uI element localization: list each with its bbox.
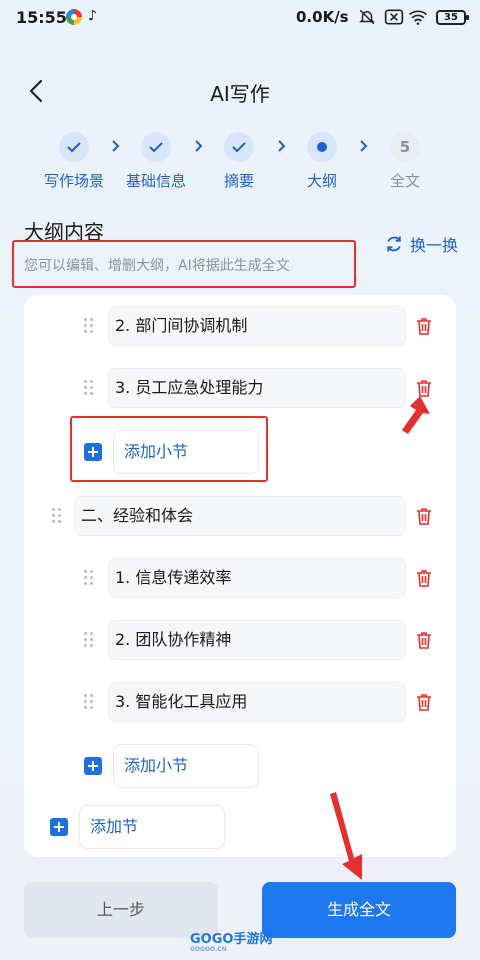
check-icon (224, 132, 254, 162)
watermark-text: GOGO手游网 (190, 932, 273, 947)
battery-icon: 35 (436, 10, 469, 25)
step-label: 大纲 (306, 172, 337, 190)
network-speed: 0.0K/s (296, 8, 349, 26)
annotation-arrow (402, 396, 430, 434)
previous-step-button[interactable]: 上一步 (24, 882, 218, 938)
drag-handle-icon[interactable] (84, 318, 94, 334)
drag-handle-icon[interactable] (52, 508, 62, 524)
watermark-logo: GOGO手游网 GOGOO.CN (190, 928, 272, 953)
trash-icon[interactable] (416, 693, 432, 711)
generate-full-text-button[interactable]: 生成全文 (262, 882, 456, 938)
step-label: 基础信息 (125, 172, 186, 190)
add-icon[interactable] (84, 757, 102, 775)
drag-handle-icon[interactable] (84, 570, 94, 586)
refresh-button[interactable]: 换一换 (384, 232, 458, 256)
step-writing-scene: 写作场景 (34, 132, 114, 191)
check-icon (141, 132, 171, 162)
step-summary: 摘要 (199, 132, 279, 191)
step-label: 摘要 (223, 172, 254, 190)
step-label: 全文 (389, 172, 420, 190)
sim-off-icon (384, 8, 404, 30)
tiktok-app-icon: ♪ (88, 8, 97, 24)
outline-section[interactable]: 二、经验和体会 (74, 496, 406, 536)
step-number: 5 (390, 132, 420, 162)
check-icon (59, 132, 89, 162)
trash-icon[interactable] (416, 317, 432, 335)
add-subsection-button[interactable]: 添加小节 (113, 744, 259, 788)
add-subsection-button[interactable]: 添加小节 (113, 430, 259, 474)
current-step-dot-icon (307, 132, 337, 162)
chrome-app-icon (66, 9, 82, 25)
step-label: 写作场景 (43, 172, 104, 190)
outline-item[interactable]: 1. 信息传递效率 (108, 558, 406, 598)
annotation-arrow (330, 792, 362, 880)
step-full-text: 5 全文 (365, 132, 445, 191)
drag-handle-icon[interactable] (84, 380, 94, 396)
status-time: 15:55 (16, 8, 67, 27)
page-title: AI写作 (210, 82, 270, 106)
step-basic-info: 基础信息 (116, 132, 196, 191)
add-section-button[interactable]: 添加节 (79, 805, 225, 849)
outline-subtitle: 您可以编辑、增删大纲，AI将据此生成全文 (24, 258, 290, 274)
refresh-icon (387, 236, 401, 252)
step-outline: 大纲 (282, 132, 362, 191)
drag-handle-icon[interactable] (84, 694, 94, 710)
refresh-label: 换一换 (410, 236, 459, 255)
outline-item[interactable]: 2. 团队协作精神 (108, 620, 406, 660)
outline-item[interactable]: 2. 部门间协调机制 (108, 306, 406, 346)
drag-handle-icon[interactable] (84, 632, 94, 648)
bell-muted-icon (358, 8, 376, 30)
wifi-icon (408, 8, 428, 30)
outline-item[interactable]: 3. 智能化工具应用 (108, 682, 406, 722)
watermark-subtext: GOGOO.CN (190, 946, 227, 953)
add-icon[interactable] (50, 818, 68, 836)
status-bar: 15:55 ♪ 0.0K/s 35 (0, 0, 480, 36)
trash-icon[interactable] (416, 631, 432, 649)
outline-item[interactable]: 3. 员工应急处理能力 (108, 368, 406, 408)
trash-icon[interactable] (416, 507, 432, 525)
trash-icon[interactable] (416, 569, 432, 587)
add-icon[interactable] (84, 443, 102, 461)
